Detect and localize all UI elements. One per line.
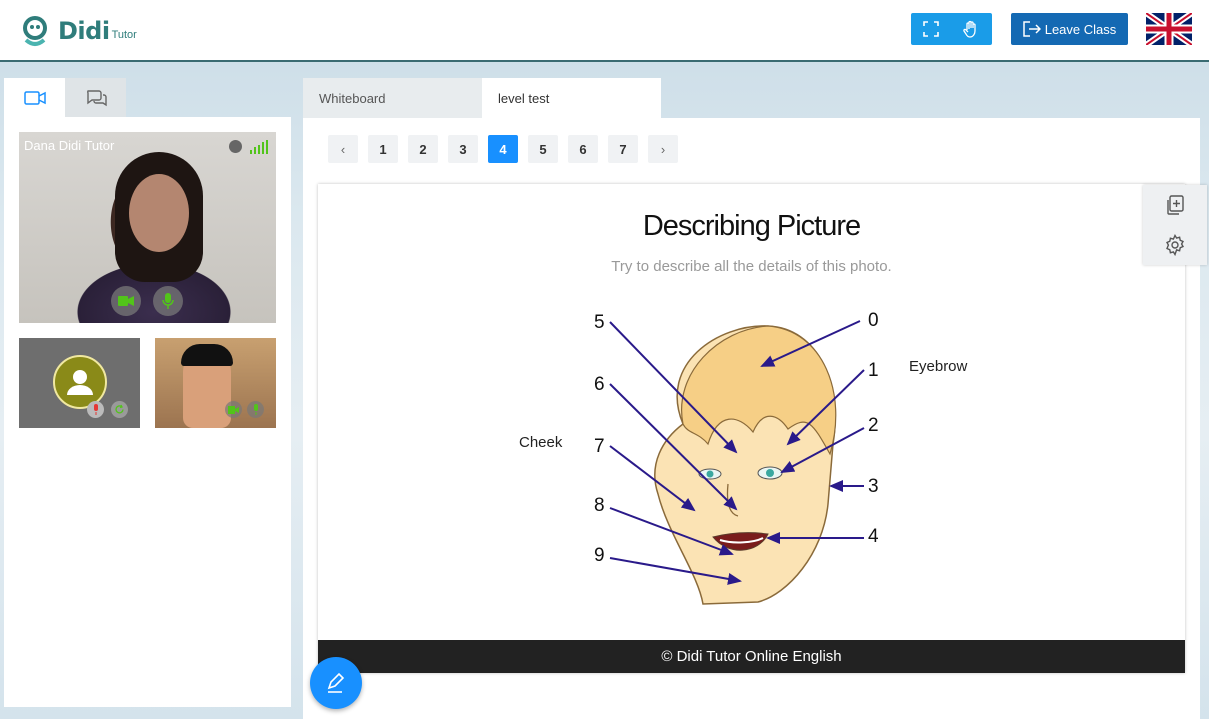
leave-class-button[interactable]: Leave Class <box>1011 13 1128 45</box>
diagram-number-4: 4 <box>868 526 879 547</box>
slide-title: Describing Picture <box>642 210 861 242</box>
student-mic-muted[interactable] <box>87 401 104 418</box>
gear-icon <box>1166 234 1184 256</box>
tab-level-test[interactable]: level test <box>482 78 661 118</box>
diagram-number-5: 5 <box>594 312 605 333</box>
student-video <box>155 338 276 428</box>
hand-icon <box>963 20 976 38</box>
diagram-number-6: 6 <box>594 374 605 395</box>
camera-icon <box>118 296 134 306</box>
content-tabs: Whiteboard level test <box>303 78 661 118</box>
logo-mascot-icon <box>23 16 47 46</box>
microphone-icon <box>162 293 174 309</box>
student-mic-toggle[interactable] <box>247 401 264 418</box>
student-camera-toggle[interactable] <box>225 401 242 418</box>
page-button-2[interactable]: 2 <box>408 135 438 163</box>
student-placeholder-video <box>19 338 140 428</box>
uk-flag-icon[interactable] <box>1146 13 1192 45</box>
slide-footer: © Didi Tutor Online English <box>318 640 1185 673</box>
user-icon <box>67 370 93 395</box>
slide-tools <box>1143 185 1207 265</box>
microphone-icon <box>253 404 258 415</box>
slide-subtitle: Try to describe all the details of this … <box>611 258 892 275</box>
camera-icon <box>228 405 239 414</box>
page-button-3[interactable]: 3 <box>448 135 478 163</box>
tutor-camera-toggle[interactable] <box>111 286 141 316</box>
diagram-number-1: 1 <box>868 360 879 381</box>
microphone-off-icon <box>93 404 98 415</box>
diagram-number-2: 2 <box>868 415 879 436</box>
diagram-number-0: 0 <box>868 310 879 331</box>
tab-video[interactable] <box>4 78 65 118</box>
copy-add-icon <box>1167 195 1184 215</box>
add-page-button[interactable] <box>1143 185 1207 225</box>
logo-subtext: Tutor <box>111 29 137 41</box>
next-page-button[interactable]: › <box>648 135 678 163</box>
student-hair <box>181 344 233 366</box>
video-person-face <box>129 174 189 252</box>
fullscreen-icon <box>923 21 939 37</box>
diagram-number-3: 3 <box>868 476 879 497</box>
diagram-number-7: 7 <box>594 436 605 457</box>
lesson-slide: Describing Picture Try to describe all t… <box>318 184 1185 673</box>
draw-tool-button[interactable] <box>310 657 362 709</box>
page-button-4[interactable]: 4 <box>488 135 518 163</box>
refresh-icon <box>115 404 124 414</box>
diagram-arrows <box>609 320 865 585</box>
classroom-tools <box>911 13 992 45</box>
chat-icon <box>86 90 107 107</box>
diagram-number-8: 8 <box>594 495 605 516</box>
logo-text: Didi <box>58 17 110 45</box>
tutor-name: Dana Didi Tutor <box>24 138 115 153</box>
settings-button[interactable] <box>1143 225 1207 265</box>
tab-chat[interactable] <box>65 78 126 118</box>
logo: Didi Tutor <box>18 14 137 48</box>
student-refresh[interactable] <box>111 401 128 418</box>
page-button-6[interactable]: 6 <box>568 135 598 163</box>
leave-class-label: Leave Class <box>1044 21 1117 37</box>
label-cheek: Cheek <box>519 434 563 451</box>
tutor-mic-toggle[interactable] <box>153 286 183 316</box>
label-eyebrow: Eyebrow <box>909 358 968 375</box>
fullscreen-button[interactable] <box>911 13 951 45</box>
page-button-5[interactable]: 5 <box>528 135 558 163</box>
video-camera-icon <box>23 91 46 105</box>
status-dot <box>229 140 242 153</box>
signal-strength-icon <box>250 140 268 154</box>
diagram-number-9: 9 <box>594 545 605 566</box>
page-button-1[interactable]: 1 <box>368 135 398 163</box>
raise-hand-button[interactable] <box>951 13 991 45</box>
tab-whiteboard[interactable]: Whiteboard <box>303 78 482 118</box>
prev-page-button[interactable]: ‹ <box>328 135 358 163</box>
tutor-video: Dana Didi Tutor <box>19 132 276 323</box>
exit-icon <box>1022 21 1041 37</box>
top-bar: Didi Tutor Leave Class <box>0 0 1209 62</box>
page-button-7[interactable]: 7 <box>608 135 638 163</box>
page-navigation: ‹ 1 2 3 4 5 6 7 › <box>328 135 678 163</box>
pencil-icon <box>327 672 345 693</box>
